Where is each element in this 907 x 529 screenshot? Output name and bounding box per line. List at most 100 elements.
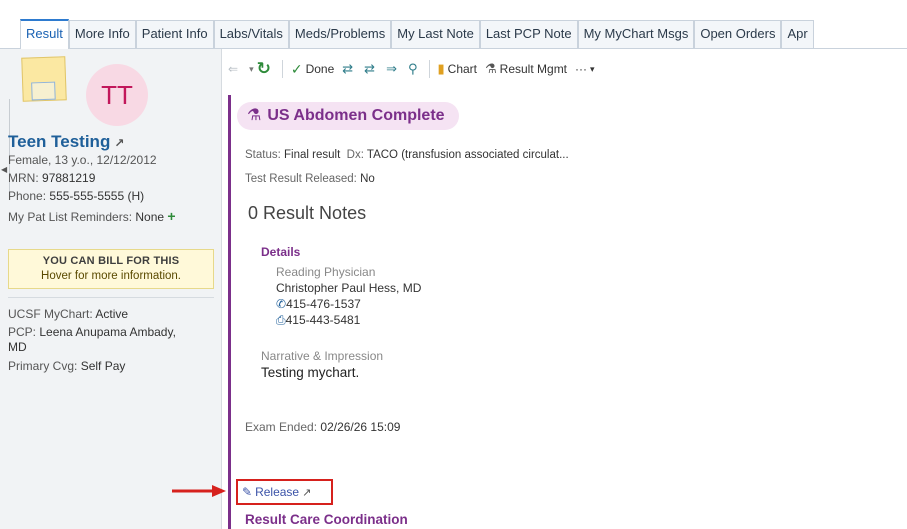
narrative-text: Testing mychart. bbox=[261, 365, 360, 380]
tab-open-orders[interactable]: Open Orders bbox=[694, 20, 782, 48]
tab-last-pcp-note[interactable]: Last PCP Note bbox=[479, 20, 578, 48]
physician-fax-value: 415-443-5481 bbox=[285, 313, 361, 327]
billing-notice-title: YOU CAN BILL FOR THIS bbox=[42, 255, 180, 267]
done-button[interactable]: ✓ Done bbox=[291, 61, 334, 78]
toolbar-divider bbox=[281, 60, 283, 78]
notes-label: Result Notes bbox=[263, 203, 367, 223]
chart-button[interactable]: ▮ Chart bbox=[438, 61, 478, 77]
forward-icon: ⇒ bbox=[386, 61, 397, 76]
tab-labs-vitals[interactable]: Labs/Vitals bbox=[213, 20, 289, 48]
pcp-info: PCP: Leena Anupama Ambady, bbox=[8, 325, 176, 339]
search-icon: ⚲ bbox=[407, 61, 418, 76]
tab-bar: Result More Info Patient Info Labs/Vital… bbox=[0, 0, 907, 49]
route-button[interactable]: ⇄ bbox=[364, 61, 378, 77]
result-title-text: US Abdomen Complete bbox=[267, 107, 445, 124]
result-status: Status: Final result Dx: TACO (transfusi… bbox=[245, 149, 569, 161]
tab-my-last-note[interactable]: My Last Note bbox=[391, 20, 480, 48]
phone-value: 555-555-5555 (H) bbox=[49, 189, 145, 203]
chevron-down-icon: ▾ bbox=[590, 63, 595, 74]
physician-phone-value: 415-476-1537 bbox=[286, 297, 361, 311]
search-button[interactable]: ⚲ bbox=[408, 61, 421, 77]
back-button[interactable]: ⇐ bbox=[228, 62, 241, 76]
add-reminder-icon[interactable]: + bbox=[167, 208, 175, 224]
route-back-button[interactable]: ⇄ bbox=[342, 61, 356, 77]
patient-name[interactable]: Teen Testing ↗ bbox=[8, 132, 124, 152]
chart-label: Chart bbox=[447, 62, 478, 76]
patient-mrn: MRN: 97881219 bbox=[8, 171, 95, 185]
release-button[interactable]: ✎ Release ↗ bbox=[236, 479, 333, 505]
result-title: ⚗ US Abdomen Complete bbox=[237, 102, 459, 130]
reminders-label: My Pat List Reminders: bbox=[8, 210, 133, 224]
toolbar-divider bbox=[428, 60, 430, 78]
released-label: Test Result Released: bbox=[245, 173, 357, 185]
refresh-icon: ↻ bbox=[256, 59, 271, 78]
details-header: Details bbox=[261, 245, 301, 259]
released-value: No bbox=[360, 173, 375, 185]
mychart-label: UCSF MyChart: bbox=[8, 307, 93, 321]
tab-patient-info[interactable]: Patient Info bbox=[135, 20, 214, 48]
tab-my-mychart-msgs[interactable]: My MyChart Msgs bbox=[577, 20, 695, 48]
result-content: ⚗ US Abdomen Complete Status: Final resul… bbox=[228, 95, 907, 529]
route-icon: ⇄ bbox=[364, 61, 376, 76]
mychart-value: Active bbox=[95, 307, 129, 321]
arrow-right-icon bbox=[172, 485, 226, 497]
reminders-value: None bbox=[135, 210, 165, 224]
result-toolbar: ⇐ ▾ ↻ ✓ Done ⇄ ⇄ ⇒ ⚲ ▮ Chart ⚗ Result Mgmt ·… bbox=[222, 49, 907, 89]
tabs: Result More Info Patient Info Labs/Vital… bbox=[20, 19, 814, 49]
more-label: ··· bbox=[575, 62, 588, 76]
coverage-value: Self Pay bbox=[80, 359, 126, 373]
folder-icon: ▮ bbox=[437, 61, 445, 76]
coverage-info: Primary Cvg: Self Pay bbox=[8, 359, 125, 373]
exam-ended: Exam Ended: 02/26/26 15:09 bbox=[245, 420, 400, 434]
done-label: Done bbox=[305, 62, 335, 76]
pcp-value-cont: MD bbox=[8, 340, 27, 354]
checkmark-icon: ✓ bbox=[290, 60, 303, 77]
route-left-icon: ⇄ bbox=[342, 61, 354, 76]
sidebar-divider bbox=[8, 297, 214, 298]
back-arrow-icon: ⇐ bbox=[228, 62, 239, 76]
forward-button[interactable]: ⇒ bbox=[386, 61, 400, 77]
tab-more-info[interactable]: More Info bbox=[68, 20, 136, 48]
physician-phone: ✆415-476-1537 bbox=[276, 297, 361, 311]
physician-fax: ⎙415-443-5481 bbox=[276, 313, 360, 328]
tab-appointments[interactable]: Apr bbox=[781, 20, 814, 48]
external-link-icon[interactable]: ↗ bbox=[114, 136, 124, 150]
release-icon: ✎ bbox=[242, 485, 253, 499]
coverage-label: Primary Cvg: bbox=[8, 359, 78, 373]
dx-label: Dx: bbox=[346, 149, 364, 161]
flask-icon: ⚗ bbox=[485, 61, 497, 76]
result-mgmt-label: Result Mgmt bbox=[499, 62, 568, 76]
reading-physician-name[interactable]: Christopher Paul Hess, MD bbox=[276, 281, 421, 295]
mrn-value: 97881219 bbox=[42, 171, 96, 185]
notes-count: 0 bbox=[248, 203, 259, 223]
more-button[interactable]: ··· ▾ bbox=[575, 62, 598, 76]
narrative-label: Narrative & Impression bbox=[261, 349, 384, 363]
pcp-value: Leena Anupama Ambady, bbox=[39, 325, 176, 339]
status-value: Final result bbox=[284, 149, 341, 161]
tab-meds-problems[interactable]: Meds/Problems bbox=[288, 20, 392, 48]
result-mgmt-button[interactable]: ⚗ Result Mgmt bbox=[485, 61, 567, 77]
fax-icon: ⎙ bbox=[276, 313, 286, 327]
billing-notice[interactable]: YOU CAN BILL FOR THIS Hover for more inf… bbox=[8, 249, 214, 289]
phone-icon: ✆ bbox=[276, 297, 287, 311]
exam-ended-label: Exam Ended: bbox=[245, 420, 318, 434]
patient-reminders: My Pat List Reminders: None + bbox=[8, 208, 176, 224]
sticky-note-icon[interactable] bbox=[21, 56, 67, 102]
patient-sidebar: ◀ TT Teen Testing ↗ Female, 13 y.o., 12/1… bbox=[0, 49, 222, 529]
pcp-info-cont: MD bbox=[8, 340, 27, 354]
result-released: Test Result Released: No bbox=[245, 173, 375, 185]
billing-notice-hint: Hover for more information. bbox=[41, 270, 181, 282]
result-notes-header[interactable]: 0 Result Notes bbox=[248, 203, 366, 224]
mychart-status: UCSF MyChart: Active bbox=[8, 307, 128, 321]
dx-value[interactable]: TACO (transfusion associated circulat... bbox=[367, 149, 569, 161]
patient-demographics: Female, 13 y.o., 12/12/2012 bbox=[8, 153, 157, 167]
phone-label: Phone: bbox=[8, 189, 47, 203]
release-label: Release bbox=[255, 485, 300, 499]
tab-result[interactable]: Result bbox=[20, 19, 69, 49]
avatar[interactable]: TT bbox=[86, 64, 148, 126]
exam-ended-value: 02/26/26 15:09 bbox=[320, 420, 401, 434]
patient-name-text[interactable]: Teen Testing bbox=[8, 132, 110, 151]
patient-phone: Phone: 555-555-5555 (H) bbox=[8, 189, 144, 203]
refresh-dropdown[interactable]: ▾ ↻ bbox=[249, 59, 274, 79]
result-care-coordination-header[interactable]: Result Care Coordination bbox=[245, 512, 408, 527]
